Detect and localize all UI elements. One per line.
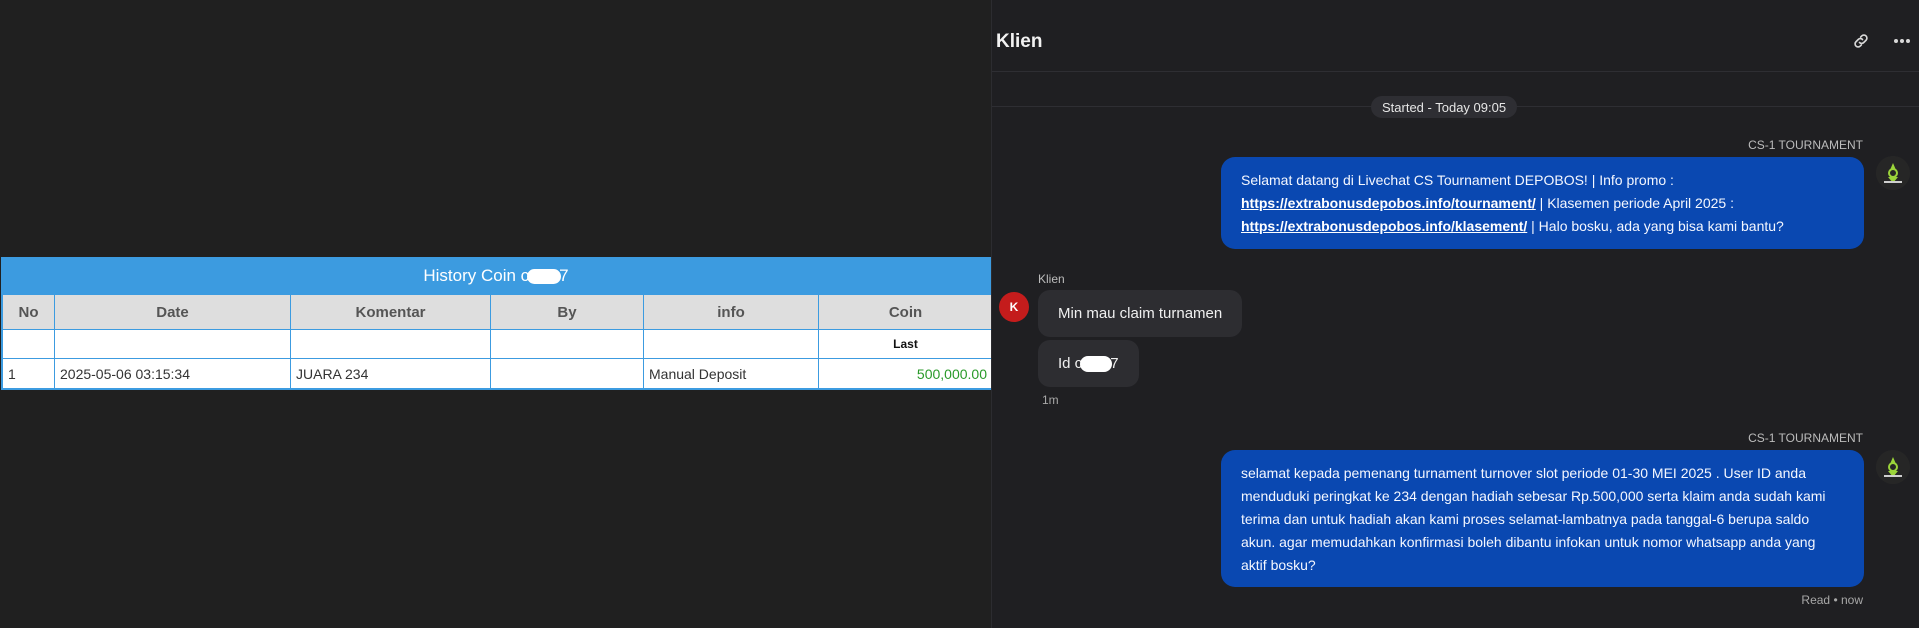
started-badge: Started - Today 09:05 [1371,96,1518,118]
history-title: History Coin c 7 [2,258,990,294]
bot-avatar [1876,450,1910,484]
history-table: No Date Komentar By info Coin Last 1 202… [2,294,993,389]
message-bubble-outgoing: Selamat datang di Livechat CS Tournament… [1221,157,1864,249]
col-info[interactable]: info [643,294,819,330]
message-bubble-incoming: Id c 7 [1038,340,1139,387]
redacted-id [1080,355,1113,372]
col-komentar[interactable]: Komentar [290,294,491,330]
chat-title: Klien [996,31,1043,52]
message-text: | Halo bosku, ada yang bisa kami bantu? [1527,218,1784,234]
message-text: | Klasemen periode April 2025 : [1535,195,1734,211]
history-pane: History Coin c 7 No Date Komentar By inf… [0,0,993,628]
sender-label: Klien [1038,272,1065,286]
link-icon[interactable] [1850,30,1872,52]
last-label: Last [818,329,993,359]
bot-avatar [1876,156,1910,190]
cell-date: 2025-05-06 03:15:34 [54,358,291,389]
message-time: 1m [1042,393,1059,407]
more-icon[interactable] [1891,30,1913,52]
col-no[interactable]: No [2,294,55,330]
read-status: Read • now [1801,593,1863,607]
sender-label: CS-1 TOURNAMENT [1748,138,1863,152]
message-text: Id c [1058,355,1083,372]
cell-info: Manual Deposit [643,358,819,389]
table-header-row: No Date Komentar By info Coin [2,294,993,330]
message-bubble-incoming: Min mau claim turnamen [1038,290,1243,337]
table-subheader-row: Last [2,329,993,359]
chat-header: Klien [992,0,1919,72]
col-by[interactable]: By [490,294,644,330]
cell-no: 1 [2,358,55,389]
redacted-id [527,268,562,284]
sender-label: CS-1 TOURNAMENT [1748,431,1863,445]
col-date[interactable]: Date [54,294,291,330]
cell-coin: 500,000.00 [818,358,993,389]
message-text: Min mau claim turnamen [1058,305,1223,322]
message-text: selamat kepada pemenang turnament turnov… [1241,465,1826,573]
message-text: 7 [1110,355,1119,372]
client-avatar: K [999,292,1029,322]
table-row[interactable]: 1 2025-05-06 03:15:34 JUARA 234 Manual D… [2,358,993,389]
message-text: Selamat datang di Livechat CS Tournament… [1241,172,1674,188]
col-coin[interactable]: Coin [818,294,993,330]
history-title-suffix: 7 [559,266,569,285]
chat-pane: Klien Started - Today 09:05 CS-1 TOURNAM… [991,0,1919,628]
cell-komentar: JUARA 234 [290,358,491,389]
history-coin-panel: History Coin c 7 No Date Komentar By inf… [1,257,993,390]
message-bubble-outgoing: selamat kepada pemenang turnament turnov… [1221,450,1864,587]
tournament-link[interactable]: https://extrabonusdepobos.info/tournamen… [1241,195,1536,211]
cell-by [490,358,644,389]
history-title-prefix: History Coin c [423,266,530,285]
klasement-link[interactable]: https://extrabonusdepobos.info/klasement… [1241,218,1527,234]
